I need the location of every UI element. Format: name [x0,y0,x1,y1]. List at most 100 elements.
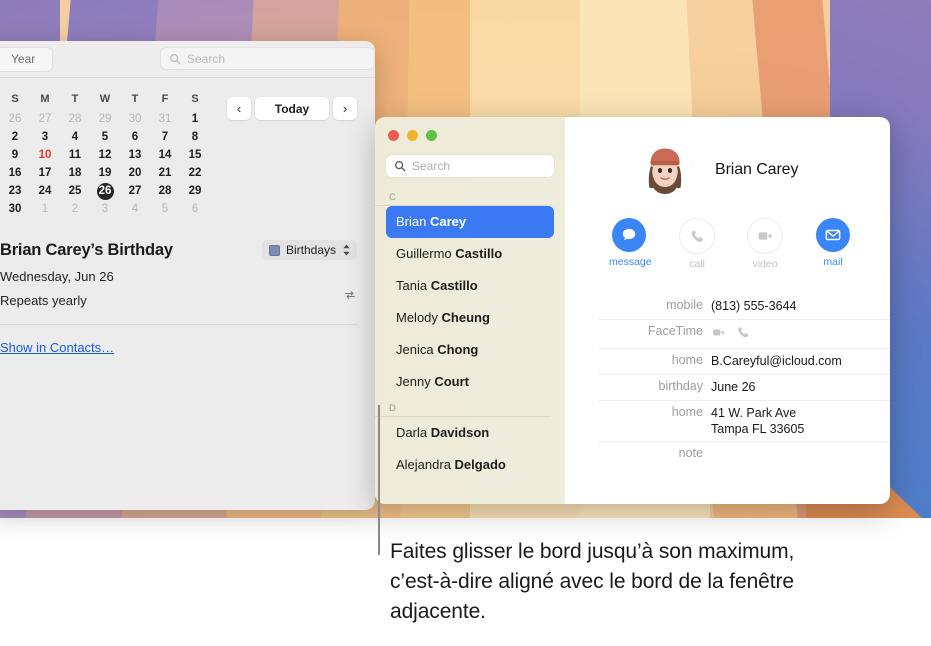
calendar-week-row: 2345678 [0,128,210,146]
calendar-day-cell[interactable]: 1 [30,200,60,218]
calendar-selected-day: 26 [96,182,114,200]
contacts-section-header: D [375,398,551,417]
list-item[interactable]: Darla Davidson [386,417,554,449]
calendar-day-cell[interactable]: 17 [30,164,60,182]
calendar-day-cell[interactable]: 9 [0,146,30,164]
calendar-day-cell[interactable]: 1 [180,110,210,128]
calendar-weekday-3: W [99,93,111,105]
calendar-day-cell[interactable]: 28 [150,182,180,200]
calendar-day-cell[interactable]: 20 [120,164,150,182]
contact-fields-table: mobile (813) 555-3644 FaceTime home B.Careyf… [599,294,890,467]
calendar-day-cell[interactable]: 26 [0,110,30,128]
contact-action-label: message [609,256,652,268]
calendar-day-cell[interactable]: 23 [0,182,30,200]
event-header: Brian Carey’s Birthday Birthdays [0,240,361,260]
calendar-day-cell[interactable]: 28 [60,110,90,128]
contact-last-name: Davidson [430,425,490,440]
list-item[interactable]: Alejandra Delgado [386,449,554,481]
calendar-day-cell[interactable]: 25 [60,182,90,200]
calendar-day-cell[interactable]: 11 [60,146,90,164]
calendar-day-cell[interactable]: 29 [90,110,120,128]
calendar-next-button[interactable]: › [333,97,357,120]
phone-icon[interactable] [736,325,751,344]
contact-field-label: home [671,353,703,367]
calendar-day-cell[interactable]: 6 [120,128,150,146]
calendar-day-cell[interactable]: 21 [150,164,180,182]
calendar-day-cell[interactable]: 13 [120,146,150,164]
calendar-day-cell[interactable]: 6 [180,200,210,218]
calendar-month-grid[interactable]: SMTWTFS 26 27 28 29 30 31 1 2 3 4 5 6 7 8 9 10 11 12 13 14 1… [0,91,210,218]
event-calendar-picker[interactable]: Birthdays [261,240,357,260]
calendar-day-cell[interactable]: 5 [90,128,120,146]
calendar-day-cell[interactable]: 14 [150,146,180,164]
calendar-view-segmented-control[interactable]: th Year [0,47,54,72]
contact-first-name: Tania [396,278,431,293]
calendar-day-cell[interactable]: 27 [120,182,150,200]
calendar-day-cell[interactable]: 30 [120,110,150,128]
calendar-day-cell[interactable]: 5 [150,200,180,218]
calendar-day-cell[interactable]: 18 [60,164,90,182]
calendar-day-cell[interactable]: 4 [120,200,150,218]
calendar-day-cell[interactable]: 22 [180,164,210,182]
calendar-day-cell[interactable]: 26 [90,182,120,200]
contact-field-row[interactable]: mobile (813) 555-3644 [599,294,890,319]
contact-field-value [711,320,890,348]
calendar-day-cell[interactable]: 24 [30,182,60,200]
contact-field-row[interactable]: birthday June 26 [599,374,890,400]
contact-field-label: home [671,405,703,419]
list-item[interactable]: Guillermo Castillo [386,238,554,270]
calendar-day-cell[interactable]: 29 [180,182,210,200]
maximize-window-button[interactable] [426,130,437,141]
list-item[interactable]: Jenica Chong [386,334,554,366]
contact-field-row[interactable]: note [599,441,890,467]
contact-field-row[interactable]: home B.Careyful@icloud.com [599,348,890,374]
annotation-leader-line [378,405,380,555]
calendar-prev-button[interactable]: ‹ [227,97,251,120]
event-divider [0,324,357,325]
calendar-body: SMTWTFS 26 27 28 29 30 31 1 2 3 4 5 6 7 8 9 10 11 12 13 14 1… [0,91,375,357]
list-item[interactable]: Melody Cheung [386,302,554,334]
calendar-day-cell[interactable]: 31 [150,110,180,128]
contact-field-value-line-0: 41 W. Park Ave [711,406,797,420]
list-item[interactable]: Tania Castillo [386,270,554,302]
contact-field-row[interactable]: home 41 W. Park Ave Tampa FL 33605 [599,400,890,441]
calendar-day-cell[interactable]: 2 [0,128,30,146]
list-item[interactable]: Jenny Court [386,366,554,398]
contact-last-name: Delgado [454,457,506,472]
minimize-window-button[interactable] [407,130,418,141]
calendar-day-cell[interactable]: 15 [180,146,210,164]
show-in-contacts-link[interactable]: Show in Contacts… [0,340,114,355]
calendar-day-cell[interactable]: 30 [0,200,30,218]
calendar-day-cell[interactable]: 27 [30,110,60,128]
envelope-icon [816,218,850,252]
video-camera-icon[interactable] [711,325,726,344]
memoji-avatar[interactable] [637,142,693,198]
contact-last-name: Cheung [441,310,490,325]
contacts-search-input[interactable]: Search [386,155,554,177]
contacts-list[interactable]: C Brian Carey Guillermo Castillo Tania Cast… [375,187,565,504]
calendar-view-year-button[interactable]: Year [0,48,52,71]
repeat-icon [343,288,357,305]
calendar-day-cell[interactable]: 4 [60,128,90,146]
calendar-nav-group: ‹ Today › [227,97,357,120]
calendar-day-cell[interactable]: 2 [60,200,90,218]
calendar-day-cell[interactable]: 3 [30,128,60,146]
calendar-search-input[interactable]: Search [160,47,375,70]
calendar-day-cell[interactable]: 7 [150,128,180,146]
calendar-day-cell[interactable]: 3 [90,200,120,218]
calendar-day-cell[interactable]: 16 [0,164,30,182]
contact-field-label: FaceTime [647,324,703,338]
contact-field-row[interactable]: FaceTime [599,319,890,348]
calendar-day-cell[interactable]: 8 [180,128,210,146]
contact-action-call[interactable]: call [677,218,717,270]
contact-field-value-line-0: (813) 555-3644 [711,299,797,313]
contact-action-message[interactable]: message [609,218,652,270]
contact-action-mail[interactable]: mail [813,218,853,270]
contact-action-video[interactable]: video [745,218,785,270]
list-item[interactable]: Brian Carey [386,206,554,238]
calendar-today-button[interactable]: Today [255,97,329,120]
close-window-button[interactable] [388,130,399,141]
calendar-day-cell[interactable]: 12 [90,146,120,164]
calendar-day-cell[interactable]: 19 [90,164,120,182]
calendar-day-cell[interactable]: 10 [30,146,60,164]
